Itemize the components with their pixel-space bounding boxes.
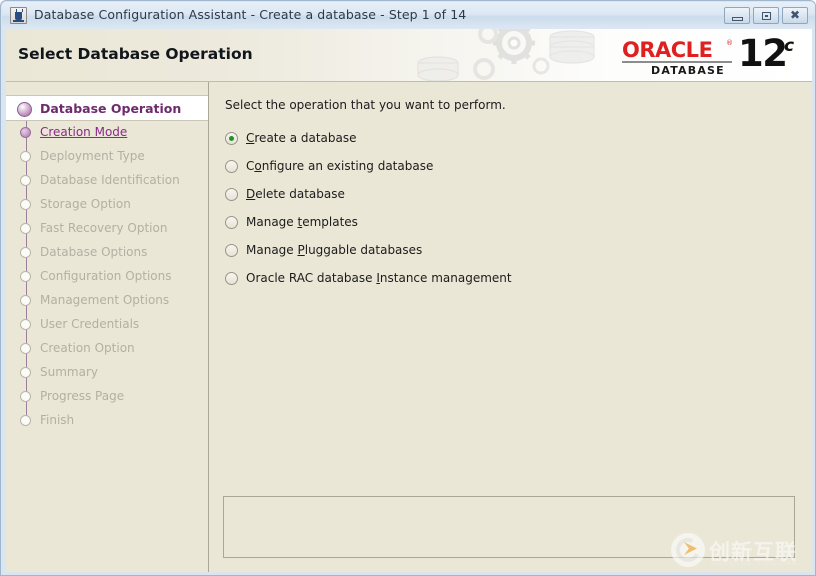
step-marker-icon	[20, 199, 31, 210]
radio-button[interactable]	[225, 159, 238, 173]
sidebar-step-label: Database Identification	[40, 173, 180, 187]
radio-option-oracle-rac-database-instance-management[interactable]: Oracle RAC database Instance management	[225, 268, 512, 288]
radio-option-manage-pluggable-databases[interactable]: Manage Pluggable databases	[225, 240, 422, 260]
radio-option-label: Manage templates	[246, 215, 358, 229]
radio-option-create-a-database[interactable]: Create a database	[225, 128, 357, 148]
sidebar-step-database-options: Database Options	[6, 240, 208, 264]
sidebar-step-label: Fast Recovery Option	[40, 221, 168, 235]
radio-option-label: Oracle RAC database Instance management	[246, 271, 512, 285]
step-marker-icon	[20, 295, 31, 306]
sidebar-step-label: Progress Page	[40, 389, 125, 403]
operation-prompt: Select the operation that you want to pe…	[225, 98, 506, 112]
message-panel	[223, 496, 795, 558]
step-marker-icon	[20, 367, 31, 378]
radio-option-label: Create a database	[246, 131, 357, 145]
sidebar-step-creation-mode[interactable]: Creation Mode	[6, 120, 208, 144]
radio-option-delete-database[interactable]: Delete database	[225, 184, 345, 204]
step-marker-icon	[20, 415, 31, 426]
sidebar-step-database-operation[interactable]: Database Operation	[6, 95, 208, 121]
application-window: Database Configuration Assistant - Creat…	[0, 0, 816, 576]
sidebar-step-user-credentials: User Credentials	[6, 312, 208, 336]
step-marker-icon	[20, 391, 31, 402]
sidebar-step-summary: Summary	[6, 360, 208, 384]
sidebar-step-label: Finish	[40, 413, 75, 427]
oracle-brand-text: ORACLE	[622, 38, 713, 62]
sidebar-step-progress-page: Progress Page	[6, 384, 208, 408]
minimize-button[interactable]	[724, 7, 750, 24]
oracle-logo: ORACLE ® DATABASE 12 c	[622, 32, 800, 78]
radio-button[interactable]	[225, 243, 238, 257]
maximize-button[interactable]	[753, 7, 779, 24]
radio-button[interactable]	[225, 271, 238, 285]
version-number: 12	[738, 32, 788, 75]
page-title: Select Database Operation	[18, 45, 253, 63]
page-banner: Select Database Operation ORACLE ® DATAB…	[6, 29, 812, 81]
main-pane: Select the operation that you want to pe…	[209, 82, 812, 572]
sidebar-step-label: Database Options	[40, 245, 148, 259]
step-marker-icon	[17, 102, 32, 117]
java-application-icon	[10, 7, 27, 24]
registered-mark: ®	[726, 39, 733, 47]
sidebar-step-label: Deployment Type	[40, 149, 145, 163]
step-marker-icon	[20, 175, 31, 186]
step-marker-icon	[20, 271, 31, 282]
step-marker-icon	[20, 247, 31, 258]
radio-button[interactable]	[225, 131, 238, 145]
minimize-icon	[732, 17, 743, 21]
sidebar-step-label: User Credentials	[40, 317, 140, 331]
close-button[interactable]: ✖	[782, 7, 808, 24]
sidebar-step-configuration-options: Configuration Options	[6, 264, 208, 288]
close-icon: ✖	[789, 8, 801, 22]
step-marker-icon	[20, 319, 31, 330]
sidebar-step-label: Creation Option	[40, 341, 135, 355]
window-title: Database Configuration Assistant - Creat…	[34, 7, 467, 22]
version-suffix: c	[784, 36, 795, 56]
gears-database-graphic	[396, 29, 616, 81]
title-bar: Database Configuration Assistant - Creat…	[2, 2, 815, 29]
radio-option-label: Manage Pluggable databases	[246, 243, 423, 257]
sidebar-step-management-options: Management Options	[6, 288, 208, 312]
sidebar-step-fast-recovery-option: Fast Recovery Option	[6, 216, 208, 240]
sidebar-step-label: Creation Mode	[40, 125, 128, 139]
step-marker-icon	[20, 223, 31, 234]
sidebar-step-label: Configuration Options	[40, 269, 172, 283]
radio-button[interactable]	[225, 187, 238, 201]
content-area: Database Operation Creation Mode Deploymen…	[6, 82, 812, 572]
radio-button[interactable]	[225, 215, 238, 229]
sidebar-step-label: Database Operation	[40, 101, 182, 116]
logo-divider	[622, 61, 732, 63]
sidebar-step-label: Storage Option	[40, 197, 131, 211]
radio-option-label: Delete database	[246, 187, 345, 201]
sidebar-step-label: Management Options	[40, 293, 170, 307]
sidebar-step-label: Summary	[40, 365, 98, 379]
maximize-icon	[762, 12, 771, 20]
radio-option-label: Configure an existing database	[246, 159, 434, 173]
oracle-product-text: DATABASE	[651, 64, 725, 77]
step-marker-icon	[20, 127, 31, 138]
radio-option-manage-templates[interactable]: Manage templates	[225, 212, 358, 232]
sidebar-step-database-identification: Database Identification	[6, 168, 208, 192]
step-marker-icon	[20, 343, 31, 354]
step-marker-icon	[20, 151, 31, 162]
sidebar-step-storage-option: Storage Option	[6, 192, 208, 216]
sidebar-step-creation-option: Creation Option	[6, 336, 208, 360]
sidebar-step-finish: Finish	[6, 408, 208, 432]
radio-option-configure-an-existing-database[interactable]: Configure an existing database	[225, 156, 433, 176]
sidebar-step-deployment-type: Deployment Type	[6, 144, 208, 168]
steps-sidebar: Database Operation Creation Mode Deploymen…	[6, 82, 209, 572]
window-controls: ✖	[724, 7, 808, 24]
